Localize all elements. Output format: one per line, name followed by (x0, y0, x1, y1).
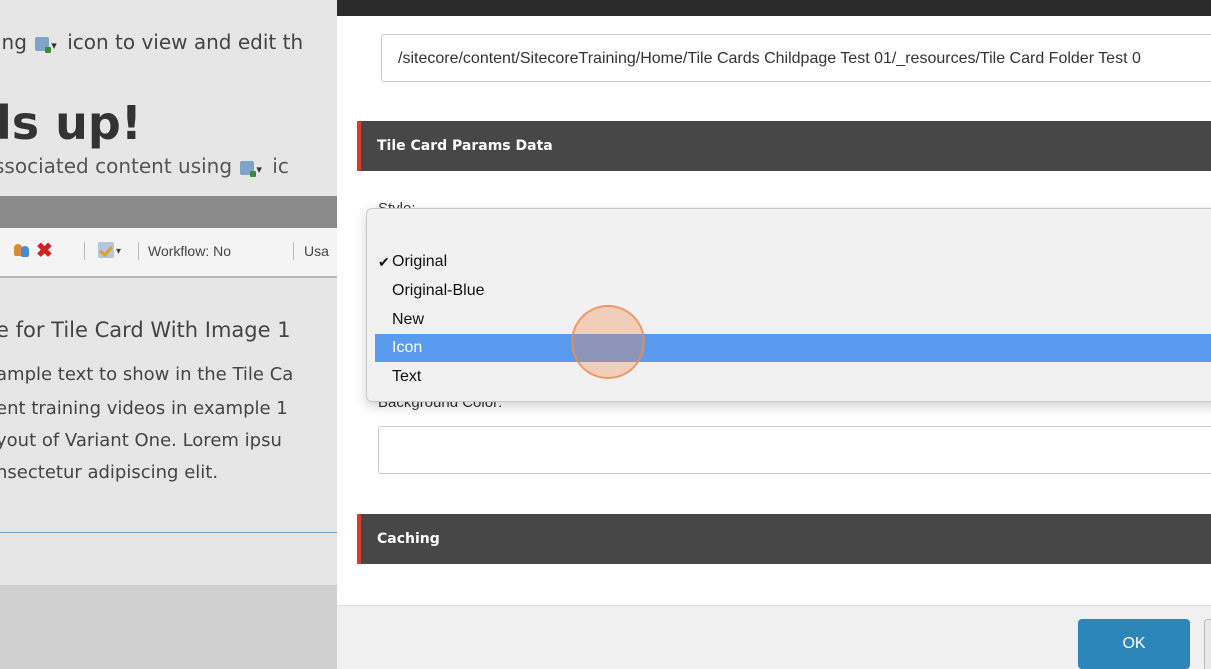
toolbar-separator (84, 242, 85, 260)
tile-card-text-line: yout of Variant One. Lorem ipsu (0, 430, 282, 451)
ok-button[interactable]: OK (1078, 619, 1190, 669)
caret-down-icon: ▾ (51, 39, 57, 52)
instruction-subline: ssociated content using ▾ ic (0, 154, 289, 178)
dropdown-option-original[interactable]: ✔ Original (375, 248, 1211, 276)
background-color-field[interactable] (378, 426, 1211, 474)
edit-content-icon (240, 161, 257, 177)
dropdown-option-new[interactable]: New (375, 306, 1211, 334)
background-page: ing ▾ icon to view and edit th ls up! ss… (0, 0, 337, 669)
dropdown-option-text[interactable]: Text (375, 363, 1211, 391)
toolbar-separator (293, 242, 294, 260)
users-icon[interactable] (14, 242, 30, 258)
chrome-bar (0, 196, 337, 228)
tile-card-text-line: ample text to show in the Tile Ca (0, 364, 294, 385)
experience-editor-toolbar: ✖ ▾ Workflow: No Usa (0, 228, 337, 278)
page-heading: ls up! (0, 96, 142, 150)
tile-card-text-line: ent training videos in example 1 (0, 398, 288, 419)
datasource-path-field[interactable]: /sitecore/content/SitecoreTraining/Home/… (381, 34, 1211, 82)
delete-icon[interactable]: ✖ (36, 238, 53, 263)
section-tile-card-params-data[interactable]: Tile Card Params Data (357, 121, 1211, 171)
click-indicator (571, 305, 645, 379)
toolbar-separator (138, 242, 139, 260)
dropdown-option-icon[interactable]: Icon (375, 334, 1211, 362)
dropdown-option-original-blue[interactable]: Original-Blue (375, 277, 1211, 305)
background-panel (0, 585, 337, 669)
cancel-button[interactable] (1204, 619, 1211, 669)
dialog-titlebar (337, 0, 1211, 16)
instruction-line: ing ▾ icon to view and edit th (0, 30, 304, 54)
style-dropdown-list[interactable]: ✔ Original Original-Blue New Icon Text (366, 208, 1211, 402)
divider (0, 532, 337, 533)
tile-card-text-line: nsectetur adipiscing elit. (0, 462, 219, 483)
approve-icon[interactable] (98, 242, 114, 258)
caret-down-icon: ▾ (256, 163, 262, 176)
caret-down-icon[interactable]: ▾ (116, 246, 121, 257)
edit-content-icon (35, 37, 52, 53)
section-caching[interactable]: Caching (357, 514, 1211, 564)
checkmark-icon: ✔ (378, 254, 390, 270)
usage-label[interactable]: Usa (304, 243, 329, 259)
workflow-status[interactable]: Workflow: No (148, 243, 231, 259)
tile-card-title: e for Tile Card With Image 1 (0, 318, 291, 342)
